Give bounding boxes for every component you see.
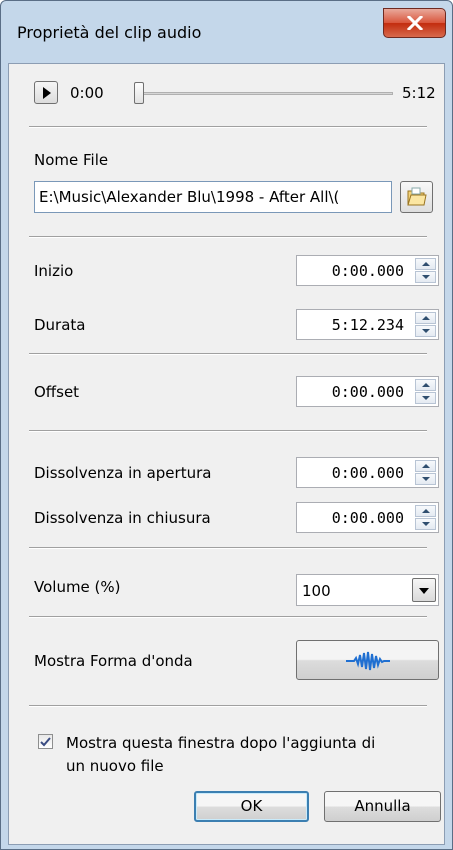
offset-value: 0:00.000	[331, 383, 404, 401]
spin-down-icon[interactable]	[415, 473, 436, 485]
divider	[29, 236, 427, 238]
close-button[interactable]	[383, 8, 446, 38]
folder-open-icon	[407, 187, 427, 206]
option-label-line1: Mostra questa finestra dopo l'aggiunta d…	[66, 734, 376, 752]
volume-select[interactable]: 100	[296, 574, 439, 606]
cancel-button[interactable]: Annulla	[324, 791, 441, 822]
total-time: 5:12	[402, 84, 436, 102]
divider	[29, 353, 427, 355]
spin-down-icon[interactable]	[415, 271, 436, 283]
divider	[29, 430, 427, 432]
fade-in-value: 0:00.000	[331, 464, 404, 482]
start-value: 0:00.000	[331, 262, 404, 280]
close-icon	[407, 16, 423, 30]
seek-track[interactable]	[137, 92, 393, 95]
waveform-icon	[346, 651, 390, 671]
spin-up-icon[interactable]	[415, 505, 436, 517]
volume-value: 100	[302, 582, 331, 600]
spin-down-icon[interactable]	[415, 325, 436, 337]
show-dialog-checkbox[interactable]	[38, 734, 53, 749]
spin-up-icon[interactable]	[415, 312, 436, 324]
offset-spinbox[interactable]: 0:00.000	[296, 376, 439, 407]
start-label: Inizio	[34, 262, 74, 280]
duration-value: 5:12.234	[331, 316, 404, 334]
fade-out-spinbox[interactable]: 0:00.000	[296, 502, 439, 533]
fade-out-label: Dissolvenza in chiusura	[34, 509, 211, 527]
duration-label: Durata	[34, 316, 86, 334]
play-button[interactable]	[34, 81, 58, 104]
current-time: 0:00	[70, 84, 104, 102]
fade-out-value: 0:00.000	[331, 509, 404, 527]
fade-in-label: Dissolvenza in apertura	[34, 464, 212, 482]
volume-label: Volume (%)	[34, 578, 121, 596]
start-spinbox[interactable]: 0:00.000	[296, 255, 439, 286]
waveform-button[interactable]	[296, 640, 439, 680]
divider	[29, 126, 427, 128]
waveform-label: Mostra Forma d'onda	[34, 652, 193, 670]
fade-in-spinbox[interactable]: 0:00.000	[296, 457, 439, 488]
spin-up-icon[interactable]	[415, 460, 436, 472]
window-title: Proprietà del clip audio	[17, 23, 202, 42]
divider	[29, 616, 427, 618]
seek-thumb[interactable]	[134, 82, 144, 104]
spin-down-icon[interactable]	[415, 518, 436, 530]
checkmark-icon	[40, 737, 51, 747]
file-label: Nome File	[34, 151, 109, 169]
duration-spinbox[interactable]: 5:12.234	[296, 309, 439, 340]
divider	[29, 705, 427, 707]
spin-up-icon[interactable]	[415, 258, 436, 270]
spin-up-icon[interactable]	[415, 379, 436, 391]
spin-down-icon[interactable]	[415, 392, 436, 404]
file-path-input[interactable]: E:\Music\Alexander Blu\1998 - After All\…	[34, 181, 392, 213]
browse-button[interactable]	[400, 181, 433, 213]
divider	[29, 547, 427, 549]
ok-button[interactable]: OK	[194, 791, 309, 822]
offset-label: Offset	[34, 383, 80, 401]
option-label-line2: un nuovo file	[66, 757, 164, 775]
chevron-down-icon[interactable]	[412, 578, 436, 602]
title-bar[interactable]: Proprietà del clip audio	[1, 1, 452, 63]
